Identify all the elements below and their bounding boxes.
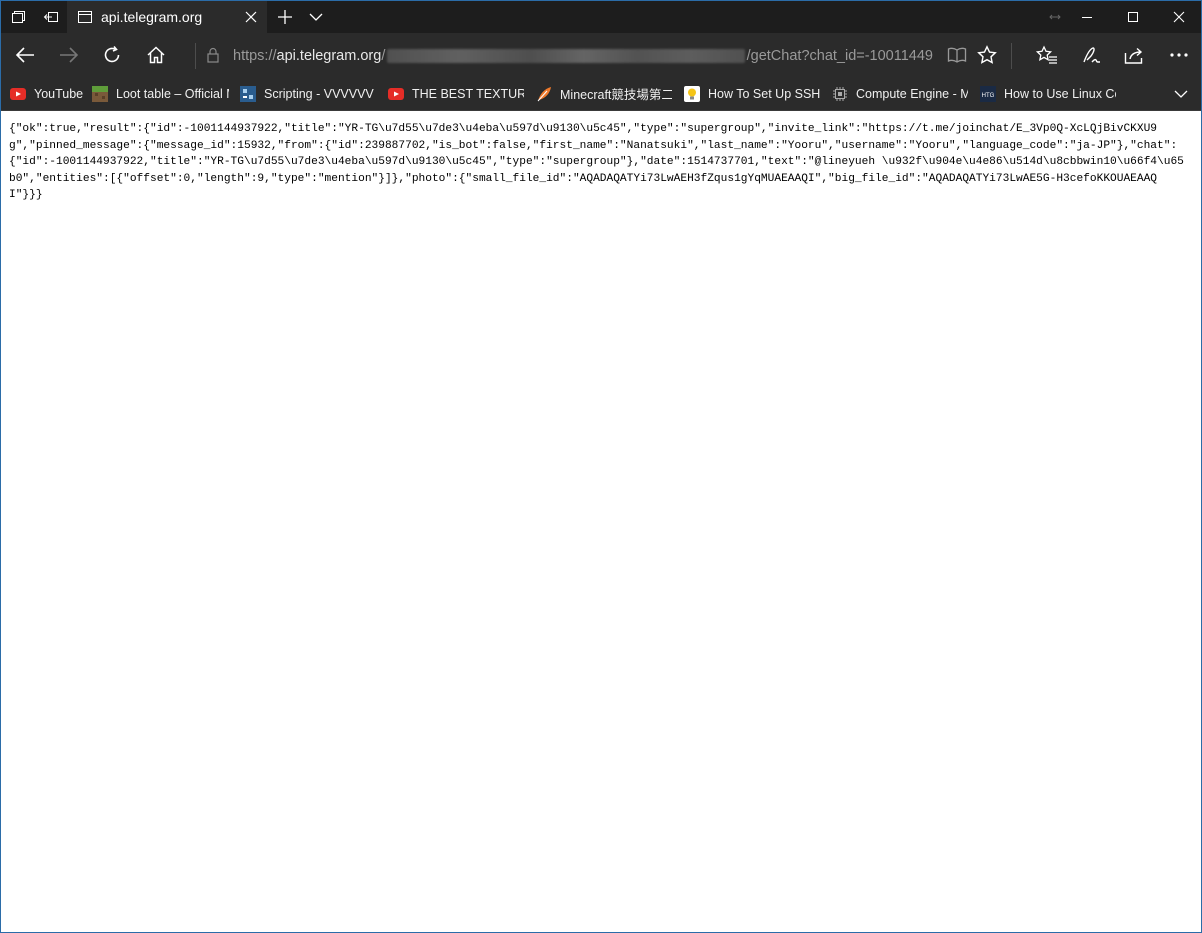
htg-icon: HTG [980, 85, 996, 102]
set-aside-icon [43, 12, 58, 22]
url-slash: / [381, 48, 386, 64]
minimize-button[interactable] [1064, 1, 1110, 33]
ellipsis-icon [1170, 53, 1188, 57]
arrow-right-icon [60, 47, 79, 63]
refresh-icon [104, 45, 120, 63]
web-note-button[interactable] [1069, 33, 1113, 77]
favorite-item[interactable]: YouTube [10, 77, 84, 110]
favorite-item[interactable]: Scripting - VVVVVV W [240, 77, 376, 110]
page-icon [78, 11, 92, 23]
minimize-icon [1082, 17, 1092, 18]
favorite-item[interactable]: HTG How to Use Linux Co [980, 77, 1116, 110]
favorites-hub-button[interactable] [1025, 33, 1069, 77]
set-tabs-aside-button[interactable] [34, 1, 67, 33]
youtube-icon [10, 86, 26, 102]
tab-active[interactable]: api.telegram.org [67, 1, 267, 33]
chevron-down-icon [1174, 90, 1188, 98]
maximize-icon [1128, 12, 1138, 22]
chevron-down-icon [309, 13, 323, 21]
url-host: api.telegram.org [276, 48, 382, 64]
tab-preview-button[interactable] [301, 1, 331, 33]
refresh-button[interactable] [90, 33, 134, 77]
lightbulb-icon [684, 85, 700, 102]
tab-title: api.telegram.org [101, 9, 203, 25]
favorite-item[interactable]: Minecraft競技場第二 [536, 77, 672, 110]
home-icon [147, 46, 165, 64]
favorite-item[interactable]: Loot table – Official M [92, 77, 229, 110]
share-button[interactable] [1113, 33, 1157, 77]
url-scheme: https:// [233, 48, 277, 64]
nav-bar: https://api.telegram.org / /getChat?chat_i… [1, 33, 1201, 77]
new-tab-button[interactable] [269, 1, 301, 33]
share-icon [1124, 47, 1143, 64]
chip-icon [832, 86, 848, 102]
favorites-overflow-button[interactable] [1167, 77, 1195, 110]
favorite-item[interactable]: THE BEST TEXTURE PA [388, 77, 524, 110]
home-button[interactable] [134, 33, 178, 77]
book-icon [947, 47, 967, 63]
browser-window: api.telegram.org https:// api.telegram.o… [0, 0, 1202, 933]
more-button[interactable] [1157, 33, 1201, 77]
svg-text:HTG: HTG [982, 93, 995, 99]
close-icon [1173, 11, 1185, 23]
minecraft-grass-icon [92, 85, 108, 102]
page-content: {"ok":true,"result":{"id":-1001144937922… [1, 111, 1201, 932]
add-favorite-button[interactable] [965, 33, 1009, 77]
forward-button[interactable] [47, 33, 91, 77]
favorites-bar: YouTube Loot table – Official M Scriptin… [1, 77, 1201, 111]
redacted-url-segment [387, 49, 745, 63]
divider [1011, 43, 1012, 69]
back-button[interactable] [3, 33, 47, 77]
tab-manager-button[interactable] [1, 1, 34, 33]
title-bar: api.telegram.org [1, 1, 1201, 33]
address-bar[interactable]: https://api.telegram.org / /getChat?chat_i… [233, 45, 933, 67]
feather-icon [536, 86, 552, 102]
favorites-list-icon [1036, 45, 1057, 64]
wiki-icon [240, 85, 256, 102]
url-path: /getChat?chat_id=-10011449 [746, 48, 933, 64]
json-response-text: {"ok":true,"result":{"id":-1001144937922… [9, 123, 1184, 201]
favorite-item[interactable]: Compute Engine - My [832, 77, 968, 110]
youtube-icon [388, 86, 404, 102]
close-icon[interactable] [245, 11, 257, 23]
maximize-button[interactable] [1110, 1, 1156, 33]
lock-icon[interactable] [193, 33, 233, 77]
resize-icon [1047, 1, 1063, 33]
plus-icon [278, 10, 292, 24]
tabs-aside-icon [11, 11, 25, 23]
star-icon [977, 45, 997, 64]
close-window-button[interactable] [1156, 1, 1201, 33]
pen-icon [1083, 47, 1100, 63]
arrow-left-icon [15, 47, 34, 63]
favorite-item[interactable]: How To Set Up SSH W [684, 77, 820, 110]
